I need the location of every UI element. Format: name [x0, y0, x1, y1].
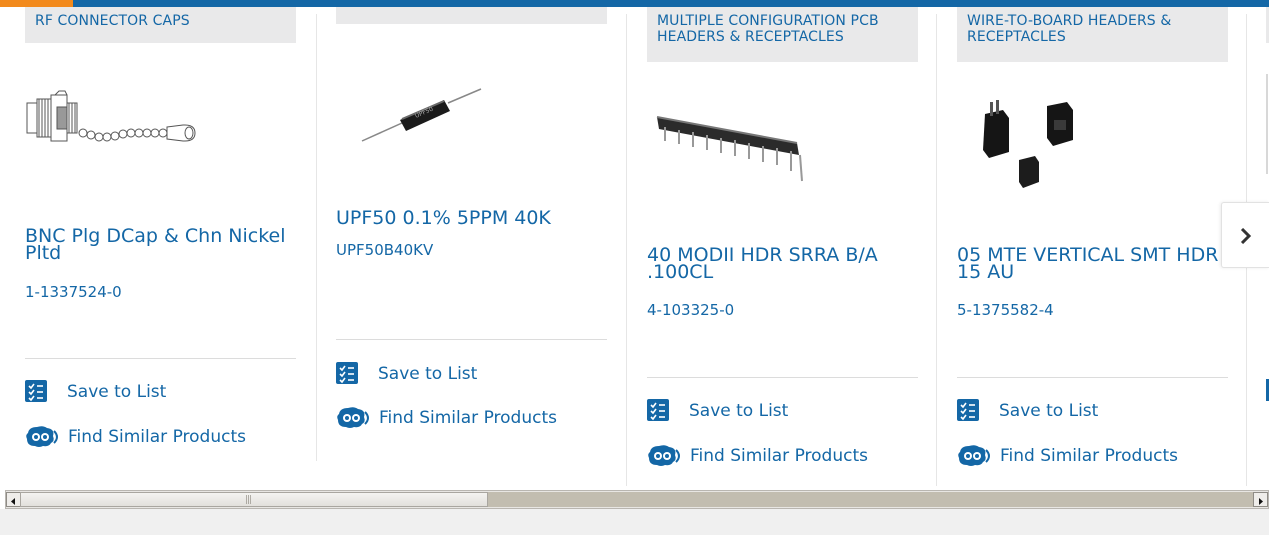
- part-number[interactable]: UPF50B40KV: [336, 241, 607, 259]
- product-card: RF CONNECTOR CAPS BNC Plg DCap & Chn Nic…: [25, 7, 296, 483]
- horizontal-scrollbar[interactable]: |||: [5, 490, 1269, 509]
- arrow-left-icon: [11, 498, 15, 505]
- checklist-icon: [957, 399, 979, 421]
- checklist-icon: [336, 362, 358, 384]
- top-accent-bar: [0, 0, 1269, 7]
- scroll-left-button[interactable]: [6, 492, 21, 507]
- divider: [647, 377, 918, 378]
- checklist-icon: [647, 399, 669, 421]
- card-separator: [316, 14, 317, 461]
- find-similar-icon: [648, 445, 680, 466]
- product-image[interactable]: [957, 92, 1228, 212]
- save-to-list-label: Save to List: [67, 382, 167, 402]
- find-similar-icon: [26, 426, 58, 447]
- save-to-list-label: Save to List: [378, 364, 478, 384]
- carousel-next-button[interactable]: [1221, 202, 1269, 268]
- save-to-list-button[interactable]: Save to List: [336, 362, 536, 386]
- pin-header-strip: [656, 116, 803, 182]
- black-headers: [983, 100, 1073, 188]
- product-image[interactable]: [647, 95, 918, 215]
- product-card: MULTIPLE CONFIGURATION PCB HEADERS & REC…: [647, 7, 918, 483]
- find-similar-products-button[interactable]: Find Similar Products: [336, 406, 586, 430]
- find-similar-icon: [337, 407, 369, 428]
- find-similar-products-button[interactable]: Find Similar Products: [25, 425, 275, 449]
- card-separator: [626, 14, 627, 486]
- divider: [957, 377, 1228, 378]
- divider: [336, 339, 607, 340]
- part-number[interactable]: 1-1337524-0: [25, 283, 296, 301]
- grip-icon: |||: [245, 495, 252, 505]
- part-number[interactable]: 5-1375582-4: [957, 301, 1228, 319]
- save-to-list-button[interactable]: Save to List: [25, 380, 225, 404]
- find-similar-icon: [958, 445, 990, 466]
- find-similar-label: Find Similar Products: [379, 408, 557, 428]
- product-card: WIRE-TO-BOARD HEADERS & RECEPTACLES 05 M…: [957, 7, 1228, 483]
- scrollbar-track[interactable]: [488, 492, 1253, 507]
- chevron-right-icon: [1240, 228, 1252, 244]
- find-similar-products-button[interactable]: Find Similar Products: [647, 444, 897, 468]
- bnc-cap-chain-drawing: [26, 90, 196, 142]
- find-similar-label: Find Similar Products: [68, 427, 246, 447]
- save-to-list-button[interactable]: Save to List: [957, 399, 1157, 423]
- active-indicator: [0, 0, 73, 7]
- checklist-icon: [25, 380, 47, 402]
- axial-resistor: UPF50: [361, 88, 482, 142]
- window-bottom-area: [0, 509, 1269, 535]
- arrow-right-icon: [1259, 498, 1263, 505]
- part-number[interactable]: 4-103325-0: [647, 301, 918, 319]
- find-similar-label: Find Similar Products: [1000, 446, 1178, 466]
- product-name-link[interactable]: 05 MTE VERTICAL SMT HDR 15 AU: [957, 246, 1228, 282]
- product-name-link[interactable]: BNC Plg DCap & Chn Nickel Pltd: [25, 227, 296, 263]
- save-to-list-label: Save to List: [999, 401, 1099, 421]
- product-carousel: RF CONNECTOR CAPS BNC Plg DCap & Chn Nic…: [0, 7, 1269, 490]
- product-image[interactable]: [25, 89, 296, 209]
- product-card: UPF50 UPF50 0.1% 5PPM 40K UPF50B40KV Sav…: [336, 7, 607, 476]
- scroll-right-button[interactable]: [1253, 492, 1268, 507]
- product-name-link[interactable]: UPF50 0.1% 5PPM 40K: [336, 209, 607, 228]
- card-separator: [936, 14, 937, 486]
- category-tag[interactable]: MULTIPLE CONFIGURATION PCB HEADERS & REC…: [647, 7, 918, 62]
- find-similar-label: Find Similar Products: [690, 446, 868, 466]
- divider: [25, 358, 296, 359]
- category-tag[interactable]: [336, 7, 607, 24]
- scrollbar-thumb[interactable]: |||: [20, 492, 488, 507]
- save-to-list-label: Save to List: [689, 401, 789, 421]
- category-tag[interactable]: RF CONNECTOR CAPS: [25, 7, 296, 43]
- category-tag[interactable]: WIRE-TO-BOARD HEADERS & RECEPTACLES: [957, 7, 1228, 62]
- product-name-link[interactable]: 40 MODII HDR SRRA B/A .100CL: [647, 246, 918, 282]
- save-to-list-button[interactable]: Save to List: [647, 399, 847, 423]
- product-image[interactable]: UPF50: [336, 75, 607, 195]
- find-similar-products-button[interactable]: Find Similar Products: [957, 444, 1207, 468]
